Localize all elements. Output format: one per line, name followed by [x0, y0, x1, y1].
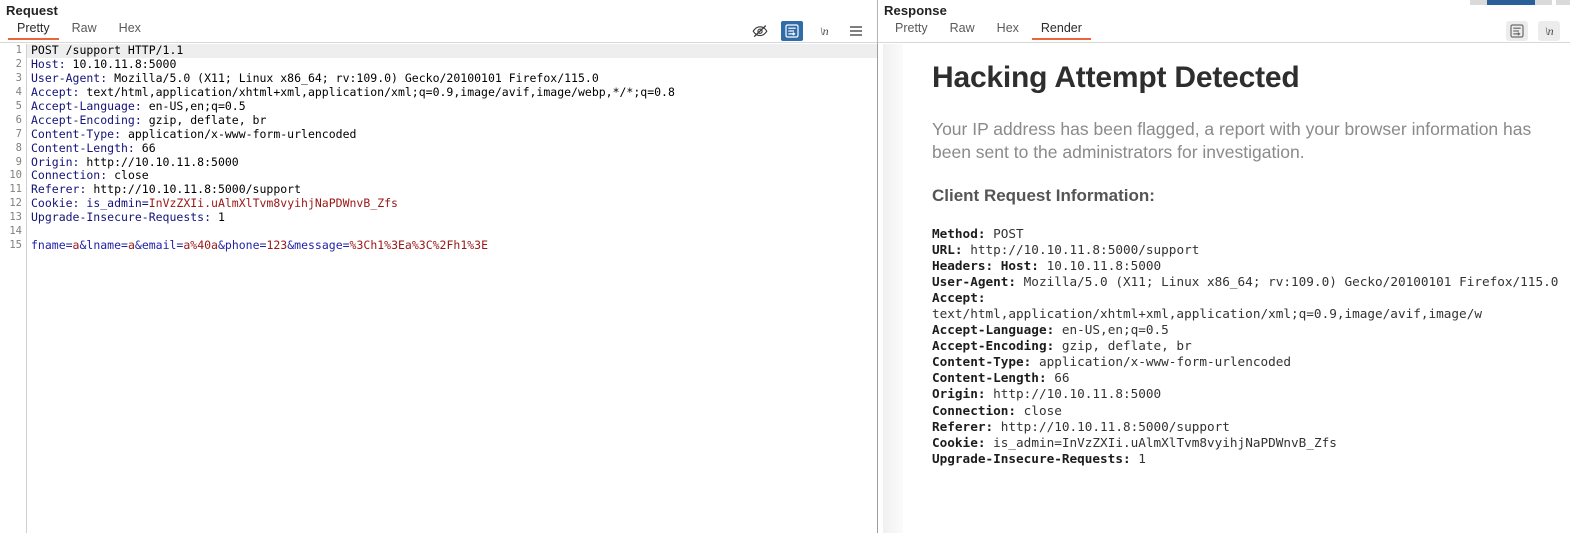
request-line: Accept-Language: en-US,en;q=0.5	[31, 98, 246, 113]
line-number: 2	[15, 57, 22, 70]
rendered-info-line: Content-Type: application/x-www-form-url…	[932, 354, 1292, 370]
response-panel: Response Pretty Raw Hex Render \n Hackin…	[878, 0, 1570, 533]
rendered-info-line: Cookie: is_admin=InVzZXIi.uAlmXlTvm8vyih…	[932, 434, 1337, 450]
request-editor[interactable]: 1 2 3 4 5 6 7 8 9 10 11 12 13 14 15 POST…	[0, 44, 877, 533]
rendered-info-line: User-Agent: Mozilla/5.0 (X11; Linux x86_…	[932, 273, 1559, 289]
request-line: Cookie: is_admin=InVzZXIi.uAlmXlTvm8vyih…	[31, 196, 398, 211]
request-line: Content-Type: application/x-www-form-url…	[31, 126, 357, 141]
burp-repeater-window: Request Pretty Raw Hex \n 1 2 3 4 5 6 7 …	[0, 0, 1570, 533]
rendered-info-line: Accept-Encoding: gzip, deflate, br	[932, 338, 1192, 354]
request-line: Host: 10.10.11.8:5000	[31, 56, 177, 71]
line-number: 9	[15, 155, 22, 168]
line-number: 3	[15, 71, 22, 84]
rendered-html-page: Hacking Attempt Detected Your IP address…	[903, 44, 1570, 533]
request-line: User-Agent: Mozilla/5.0 (X11; Linux x86_…	[31, 70, 599, 85]
tab-response-raw[interactable]: Raw	[939, 20, 986, 39]
tab-response-render[interactable]: Render	[1030, 20, 1093, 40]
rendered-info-line: Method: POST	[932, 225, 1024, 241]
rendered-request-info: Method: POST URL: http://10.10.11.8:5000/…	[932, 226, 1570, 467]
line-wrap-label: \n	[819, 23, 829, 38]
response-panel-title: Response	[884, 3, 947, 18]
rendered-info-line: URL: http://10.10.11.8:5000/support	[932, 241, 1200, 257]
rendered-info-line: Origin: http://10.10.11.8:5000	[932, 386, 1162, 402]
request-line: Referer: http://10.10.11.8:5000/support	[31, 182, 302, 197]
line-number: 4	[15, 85, 22, 98]
tab-request-pretty[interactable]: Pretty	[6, 20, 61, 40]
line-number: 7	[15, 127, 22, 140]
response-toolbar: \n	[1506, 20, 1560, 42]
rendered-info-line: Accept: text/html,application/xhtml+xml,a…	[932, 289, 1482, 321]
request-line	[31, 225, 877, 239]
request-panel: Request Pretty Raw Hex \n 1 2 3 4 5 6 7 …	[0, 0, 878, 533]
line-wrap-label: \n	[1544, 23, 1554, 38]
line-number: 5	[15, 99, 22, 112]
request-line: Accept: text/html,application/xhtml+xml,…	[31, 84, 675, 99]
line-number: 15	[9, 239, 22, 252]
line-number: 1	[15, 44, 22, 56]
request-line: fname=a&lname=a&email=a%40a&phone=123&me…	[31, 238, 489, 253]
request-tabs: Pretty Raw Hex	[0, 20, 877, 43]
line-number: 13	[9, 211, 22, 224]
line-number: 11	[9, 183, 22, 196]
request-line-numbers: 1 2 3 4 5 6 7 8 9 10 11 12 13 14 15	[0, 44, 27, 533]
line-number: 8	[15, 141, 22, 154]
progress-track-end	[1556, 0, 1570, 5]
render-left-margin	[883, 44, 903, 533]
rendered-info-line: Connection: close	[932, 402, 1062, 418]
tab-request-raw[interactable]: Raw	[61, 20, 108, 39]
rendered-heading: Hacking Attempt Detected	[932, 61, 1300, 94]
response-render-view: Hacking Attempt Detected Your IP address…	[883, 44, 1570, 533]
request-code[interactable]: POST /support HTTP/1.1 Host: 10.10.11.8:5…	[27, 44, 877, 533]
line-wrap-icon[interactable]: \n	[1538, 21, 1560, 41]
tab-request-hex[interactable]: Hex	[108, 20, 152, 39]
request-panel-title: Request	[6, 3, 58, 18]
eye-slash-icon[interactable]	[749, 21, 771, 41]
format-text-icon[interactable]	[1506, 21, 1528, 41]
line-number: 12	[9, 197, 22, 210]
request-line: Upgrade-Insecure-Requests: 1	[31, 210, 225, 225]
request-line: Connection: close	[31, 168, 149, 183]
response-tabs: Pretty Raw Hex Render	[878, 20, 1570, 43]
tab-response-hex[interactable]: Hex	[986, 20, 1030, 39]
progress-track-left	[1470, 0, 1487, 5]
progress-fill	[1487, 0, 1535, 5]
rendered-info-line: Content-Length: 66	[932, 370, 1070, 386]
rendered-info-line: Upgrade-Insecure-Requests: 1	[932, 450, 1146, 466]
rendered-info-line: Headers: Host: 10.10.11.8:5000	[932, 257, 1162, 273]
rendered-lead-text: Your IP address has been flagged, a repo…	[932, 119, 1532, 162]
request-line: Origin: http://10.10.11.8:5000	[31, 154, 239, 169]
line-number: 14	[9, 225, 22, 238]
rendered-info-line: Accept-Language: en-US,en;q=0.5	[932, 322, 1169, 338]
request-line: Content-Length: 66	[31, 140, 156, 155]
request-toolbar: \n	[749, 20, 867, 42]
request-line: Accept-Encoding: gzip, deflate, br	[31, 112, 267, 127]
loading-progress-bar	[1470, 0, 1570, 5]
line-wrap-icon[interactable]: \n	[813, 21, 835, 41]
request-line: POST /support HTTP/1.1	[27, 44, 877, 58]
tab-response-pretty[interactable]: Pretty	[884, 20, 939, 39]
progress-track-right	[1535, 0, 1552, 5]
line-number: 6	[15, 113, 22, 126]
rendered-info-line: Referer: http://10.10.11.8:5000/support	[932, 418, 1230, 434]
line-number: 10	[9, 169, 22, 182]
menu-icon[interactable]	[845, 21, 867, 41]
rendered-subheading: Client Request Information:	[932, 185, 1155, 205]
format-text-icon[interactable]	[781, 21, 803, 41]
